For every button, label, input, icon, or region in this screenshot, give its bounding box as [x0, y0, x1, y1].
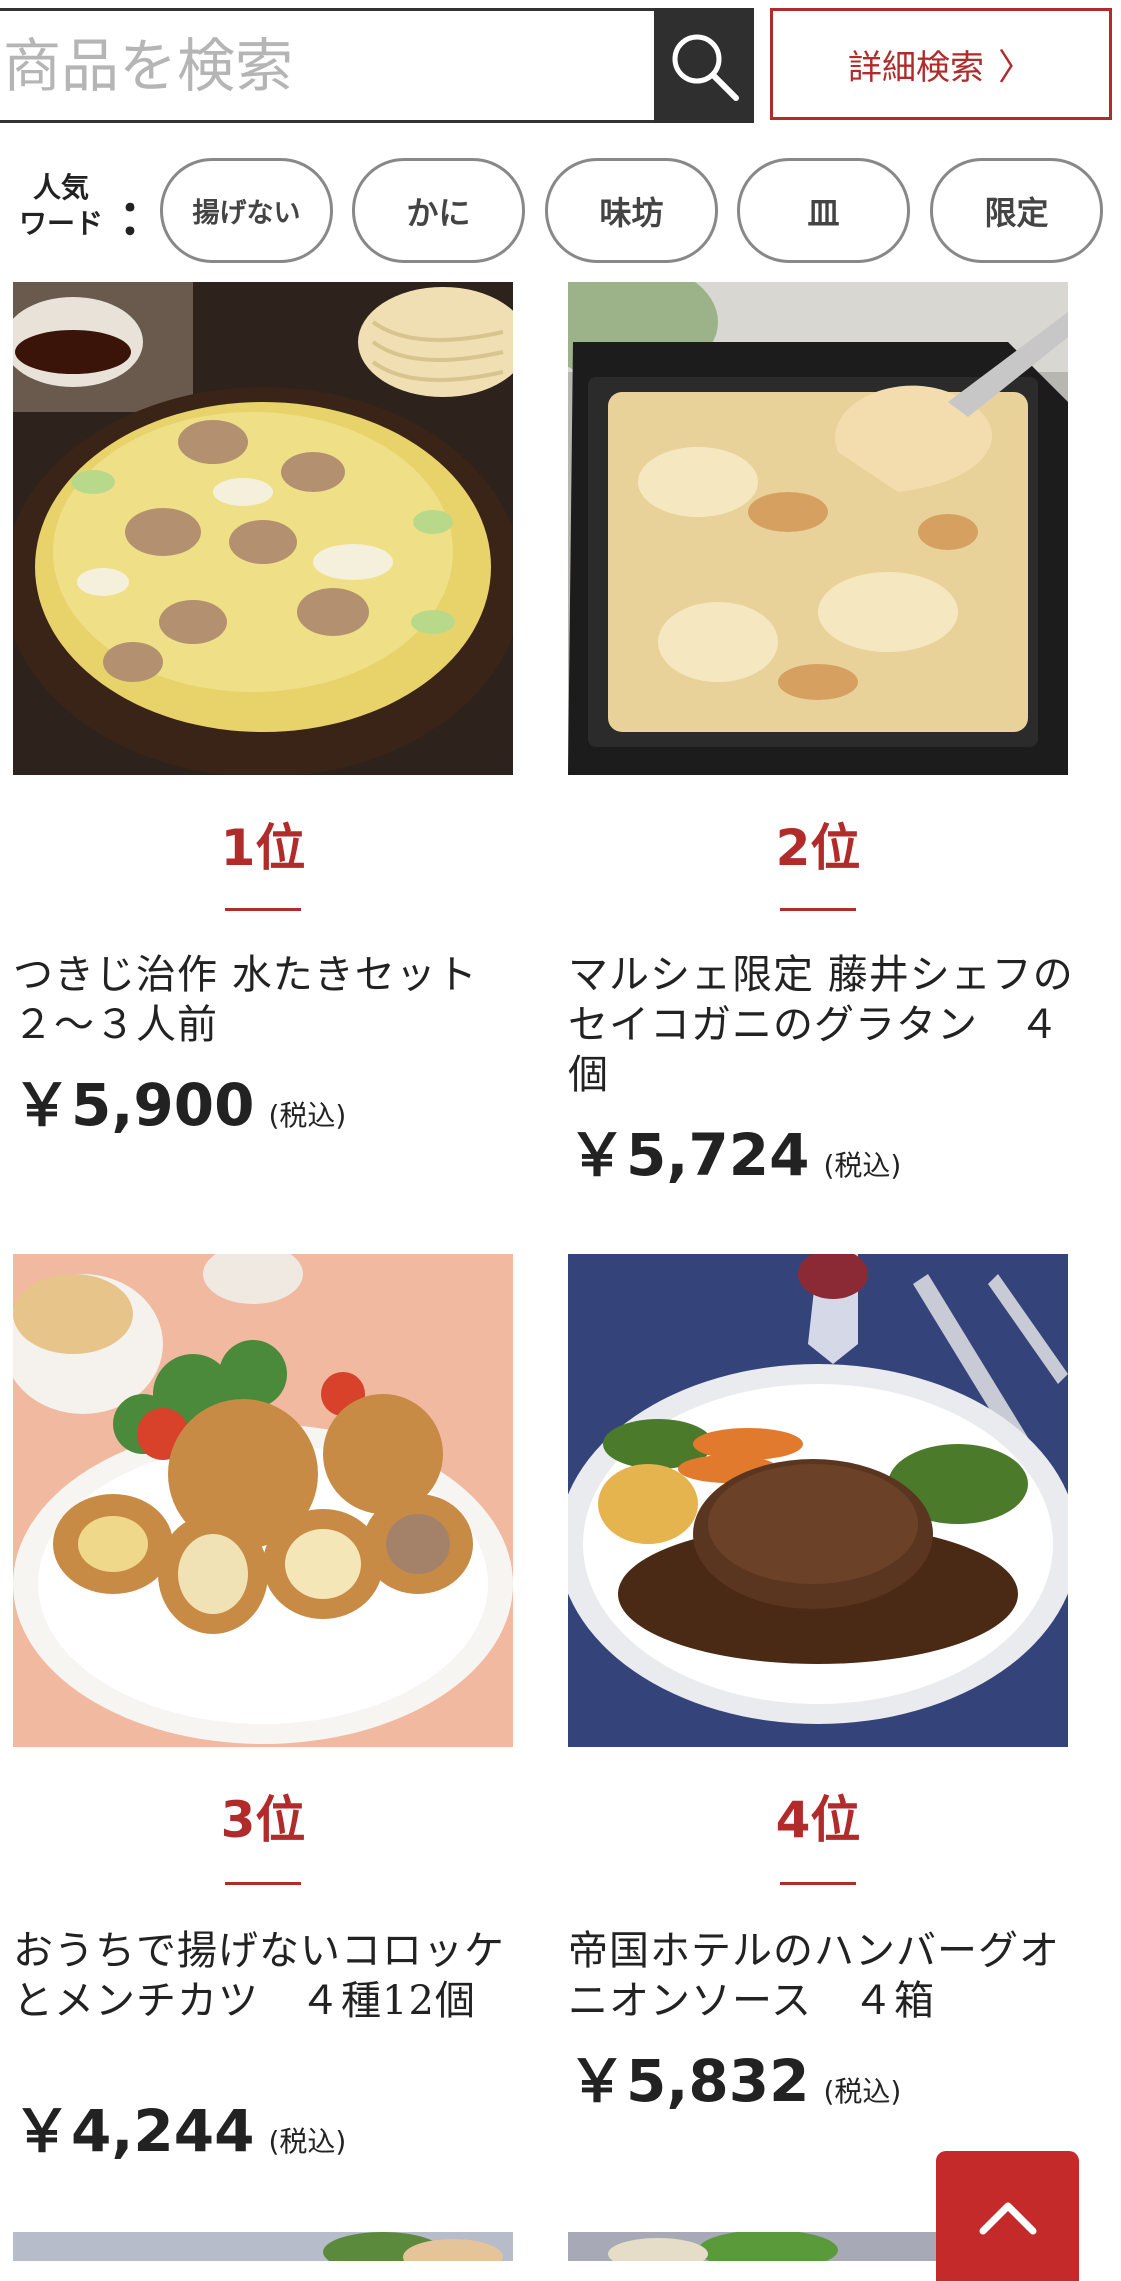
popular-label-line2: ワード	[18, 207, 103, 240]
product-name-4[interactable]: 帝国ホテルのハンバーグオニオンソース ４箱	[568, 1926, 1078, 2026]
chip-ajibo[interactable]: 味坊	[545, 158, 718, 263]
search-bar	[0, 8, 754, 123]
search-button[interactable]	[654, 8, 754, 123]
page-top-button[interactable]	[936, 2151, 1079, 2281]
search-icon	[672, 34, 739, 101]
product-card-4[interactable]	[568, 1254, 1068, 1747]
price-value: ￥5,724	[568, 1121, 810, 1189]
advanced-search-label: 詳細検索	[847, 47, 984, 88]
product-name-3[interactable]: おうちで揚げないコロッケとメンチカツ ４種12個	[13, 1926, 523, 2026]
product-price-2: ￥5,724 (税込)	[568, 1108, 901, 1192]
rank-3: 3位	[220, 1791, 306, 1849]
tax-note: (税込)	[268, 2125, 347, 2158]
chip-kani[interactable]: かに	[352, 158, 525, 263]
product-price-1: ￥5,900 (税込)	[13, 1058, 346, 1142]
product-price-3: ￥4,244 (税込)	[13, 2084, 346, 2168]
popular-label-line1: 人気	[32, 171, 89, 204]
rank-divider	[225, 1882, 301, 1885]
product-price-4: ￥5,832 (税込)	[568, 2034, 901, 2118]
price-value: ￥5,832	[568, 2047, 810, 2115]
product-card-3[interactable]	[13, 1254, 513, 1747]
product-name-1[interactable]: つきじ治作 水たきセット ２〜３人前	[13, 950, 523, 1050]
rank-divider	[225, 908, 301, 911]
product-name-2[interactable]: マルシェ限定 藤井シェフのセイコガニのグラタン ４個	[568, 950, 1078, 1100]
product-image-hotpot[interactable]	[13, 282, 513, 775]
product-image-croquette[interactable]	[13, 1254, 513, 1747]
product-card-1[interactable]	[13, 282, 513, 775]
chip-gentei[interactable]: 限定	[930, 158, 1103, 263]
chevron-up-icon	[979, 2202, 1036, 2235]
rank-2: 2位	[775, 819, 861, 877]
product-image-next-1[interactable]	[13, 2232, 513, 2261]
search-input[interactable]	[0, 8, 654, 123]
rank-1: 1位	[220, 819, 306, 877]
product-image-hamburg[interactable]	[568, 1254, 1068, 1747]
tax-note: (税込)	[268, 1099, 347, 1132]
popular-separator: ：	[118, 190, 167, 246]
price-value: ￥5,900	[13, 1071, 255, 1139]
rank-divider	[780, 908, 856, 911]
product-image-gratin[interactable]	[568, 282, 1068, 775]
chevron-right-icon: 〉	[997, 47, 1034, 88]
tax-note: (税込)	[823, 1149, 902, 1182]
rank-divider	[780, 1882, 856, 1885]
advanced-search-button[interactable]: 詳細検索 〉	[770, 8, 1112, 120]
chip-sara[interactable]: 皿	[737, 158, 910, 263]
tax-note: (税込)	[823, 2075, 902, 2108]
chip-age-nai[interactable]: 揚げない	[160, 158, 333, 263]
product-card-2[interactable]	[568, 282, 1068, 775]
price-value: ￥4,244	[13, 2097, 255, 2165]
rank-4: 4位	[775, 1791, 861, 1849]
popular-words-label: 人気 ワード	[12, 170, 110, 242]
